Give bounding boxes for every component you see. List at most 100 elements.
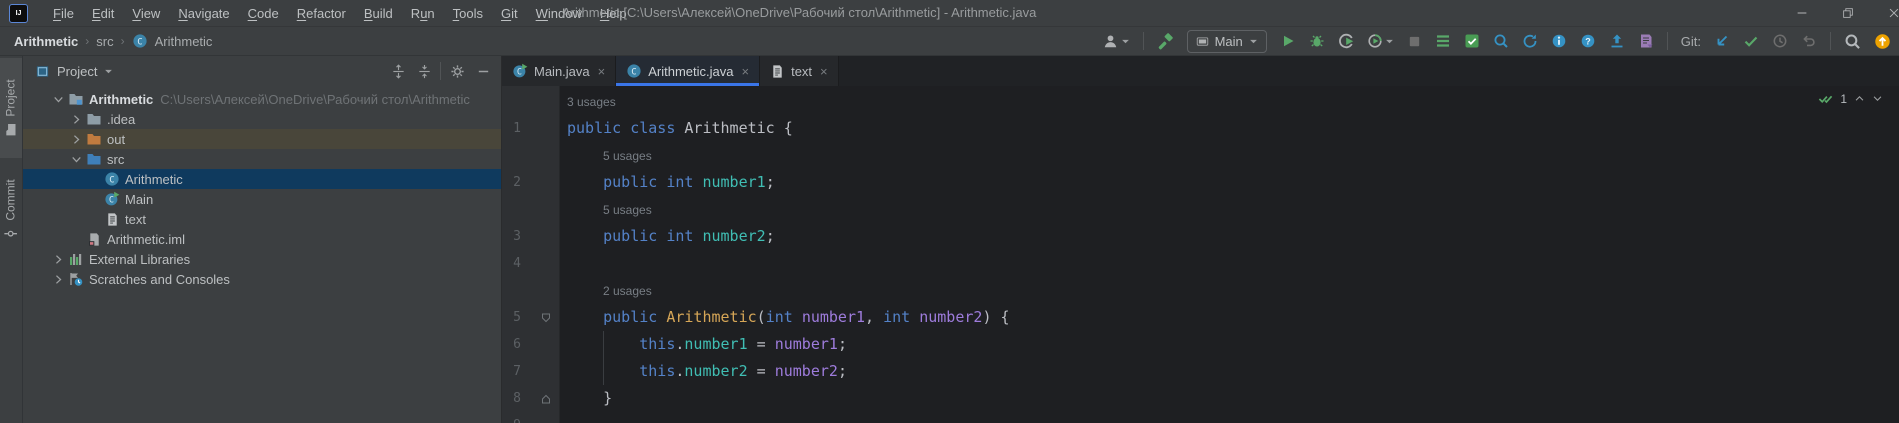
close-button[interactable] <box>1871 0 1899 26</box>
stripe-button-commit[interactable]: Commit <box>0 158 22 262</box>
run-dashboard-button[interactable] <box>1435 33 1451 49</box>
tab-close-icon[interactable]: × <box>741 64 749 79</box>
inspect-code-button[interactable] <box>1493 33 1509 49</box>
tab-close-icon[interactable]: × <box>598 64 606 79</box>
checks-button[interactable] <box>1464 33 1480 49</box>
maximize-button[interactable] <box>1825 0 1871 26</box>
chevron-up-icon[interactable] <box>1854 93 1865 104</box>
git-history-button[interactable] <box>1772 33 1788 49</box>
usages-inlay-text[interactable]: 5 usages <box>603 143 652 170</box>
code-text[interactable]: this.number1 = number1; <box>559 331 1899 358</box>
tree-item-scratches-and-consoles[interactable]: Scratches and Consoles <box>23 269 501 289</box>
menu-file[interactable]: File <box>44 1 83 26</box>
search-everywhere-button[interactable] <box>1844 33 1861 50</box>
collapse-all-button[interactable] <box>414 61 434 81</box>
line-number[interactable]: 1 <box>502 121 532 136</box>
ide-update-button[interactable] <box>1874 33 1891 50</box>
line-number[interactable]: 6 <box>502 337 532 352</box>
git-commit-button[interactable] <box>1743 33 1759 49</box>
settings-button[interactable] <box>447 61 467 81</box>
menu-git[interactable]: Git <box>492 1 527 26</box>
usages-inlay-text[interactable]: 3 usages <box>567 89 616 116</box>
project-panel-title[interactable]: Project <box>35 64 113 79</box>
debug-button[interactable] <box>1309 33 1325 49</box>
tree-item-out[interactable]: out <box>23 129 501 149</box>
stripe-button-project[interactable]: Project <box>0 58 22 158</box>
tab-text[interactable]: text × <box>760 56 839 86</box>
breadcrumb-src[interactable]: src <box>96 34 113 49</box>
fold-marker-icon[interactable] <box>532 313 559 323</box>
chevron-down-icon[interactable] <box>49 94 67 105</box>
line-number[interactable]: 4 <box>502 256 532 271</box>
upload-button[interactable] <box>1609 33 1625 49</box>
chevron-right-icon[interactable] <box>67 134 85 145</box>
menu-navigate[interactable]: Navigate <box>169 1 238 26</box>
tree-item-arithmetic[interactable]: Arithmetic C:\Users\Алексей\OneDrive\Рабо… <box>23 89 501 109</box>
sync-button[interactable] <box>1522 33 1538 49</box>
code-text[interactable]: this.number2 = number2; <box>559 358 1899 385</box>
line-number[interactable]: 7 <box>502 364 532 379</box>
usages-inlay-text[interactable]: 5 usages <box>603 197 652 224</box>
tree-item-text[interactable]: text <box>23 209 501 229</box>
tree-item-arithmetic-iml[interactable]: Arithmetic.iml <box>23 229 501 249</box>
inspection-widget[interactable]: 1 <box>1818 91 1883 106</box>
tab-arithmetic-java[interactable]: C Arithmetic.java × <box>616 56 761 86</box>
line-number[interactable]: 8 <box>502 391 532 406</box>
tree-item-external-libraries[interactable]: External Libraries <box>23 249 501 269</box>
minimize-button[interactable] <box>1779 0 1825 26</box>
tab-label: text <box>791 63 813 79</box>
stop-button[interactable] <box>1407 34 1422 49</box>
chevron-right-icon[interactable] <box>67 114 85 125</box>
tab-main-java[interactable]: C Main.java × <box>502 56 617 86</box>
code-text[interactable]: public Arithmetic(int number1, int numbe… <box>559 304 1899 331</box>
chevron-right-icon[interactable] <box>49 254 67 265</box>
tree-item-src[interactable]: src <box>23 149 501 169</box>
code-text[interactable] <box>559 412 1899 423</box>
usages-inlay[interactable]: 3 usages <box>559 88 1899 115</box>
git-rollback-button[interactable] <box>1801 33 1817 49</box>
editor-body[interactable]: 3 usages 1 public class Arithmetic {5 usag… <box>502 86 1899 423</box>
menu-build[interactable]: Build <box>355 1 402 26</box>
info-button[interactable] <box>1551 33 1567 49</box>
usages-inlay[interactable]: 5 usages <box>559 142 1899 169</box>
breadcrumb-root[interactable]: Arithmetic <box>14 34 78 49</box>
menu-view[interactable]: View <box>123 1 169 26</box>
usages-inlay[interactable]: 2 usages <box>559 277 1899 304</box>
tree-item-main[interactable]: C Main <box>23 189 501 209</box>
run-config-selector[interactable]: Main <box>1186 29 1267 53</box>
tab-close-icon[interactable]: × <box>820 64 828 79</box>
help-button[interactable]: ? <box>1580 33 1596 49</box>
tree-item--idea[interactable]: .idea <box>23 109 501 129</box>
git-update-button[interactable] <box>1714 33 1730 49</box>
menu-code[interactable]: Code <box>239 1 288 26</box>
menu-refactor[interactable]: Refactor <box>288 1 355 26</box>
code-text[interactable]: public class Arithmetic { <box>559 115 1899 142</box>
tree-item-arithmetic[interactable]: C Arithmetic <box>23 169 501 189</box>
run-button[interactable] <box>1280 33 1296 49</box>
code-text[interactable] <box>559 250 1899 277</box>
code-text[interactable]: public int number2; <box>559 223 1899 250</box>
scratch-file-button[interactable] <box>1638 33 1654 49</box>
line-number[interactable]: 2 <box>502 175 532 190</box>
line-number[interactable]: 5 <box>502 310 532 325</box>
coverage-button[interactable] <box>1367 33 1394 49</box>
hide-button[interactable] <box>473 61 493 81</box>
line-number[interactable]: 9 <box>502 418 532 423</box>
build-button[interactable] <box>1157 32 1174 50</box>
code-text[interactable]: } <box>559 385 1899 412</box>
chevron-down-icon[interactable] <box>1872 93 1883 104</box>
expand-all-button[interactable] <box>388 61 408 81</box>
chevron-right-icon[interactable] <box>49 274 67 285</box>
code-text[interactable]: public int number1; <box>559 169 1899 196</box>
fold-marker-icon[interactable] <box>532 394 559 404</box>
profiler-button[interactable] <box>1338 33 1354 49</box>
codewithme-button[interactable] <box>1102 33 1130 50</box>
menu-edit[interactable]: Edit <box>83 1 123 26</box>
menu-tools[interactable]: Tools <box>444 1 492 26</box>
usages-inlay[interactable]: 5 usages <box>559 196 1899 223</box>
breadcrumb-class[interactable]: Arithmetic <box>155 34 213 49</box>
menu-run[interactable]: Run <box>402 1 444 26</box>
chevron-down-icon[interactable] <box>67 154 85 165</box>
line-number[interactable]: 3 <box>502 229 532 244</box>
usages-inlay-text[interactable]: 2 usages <box>603 278 652 305</box>
